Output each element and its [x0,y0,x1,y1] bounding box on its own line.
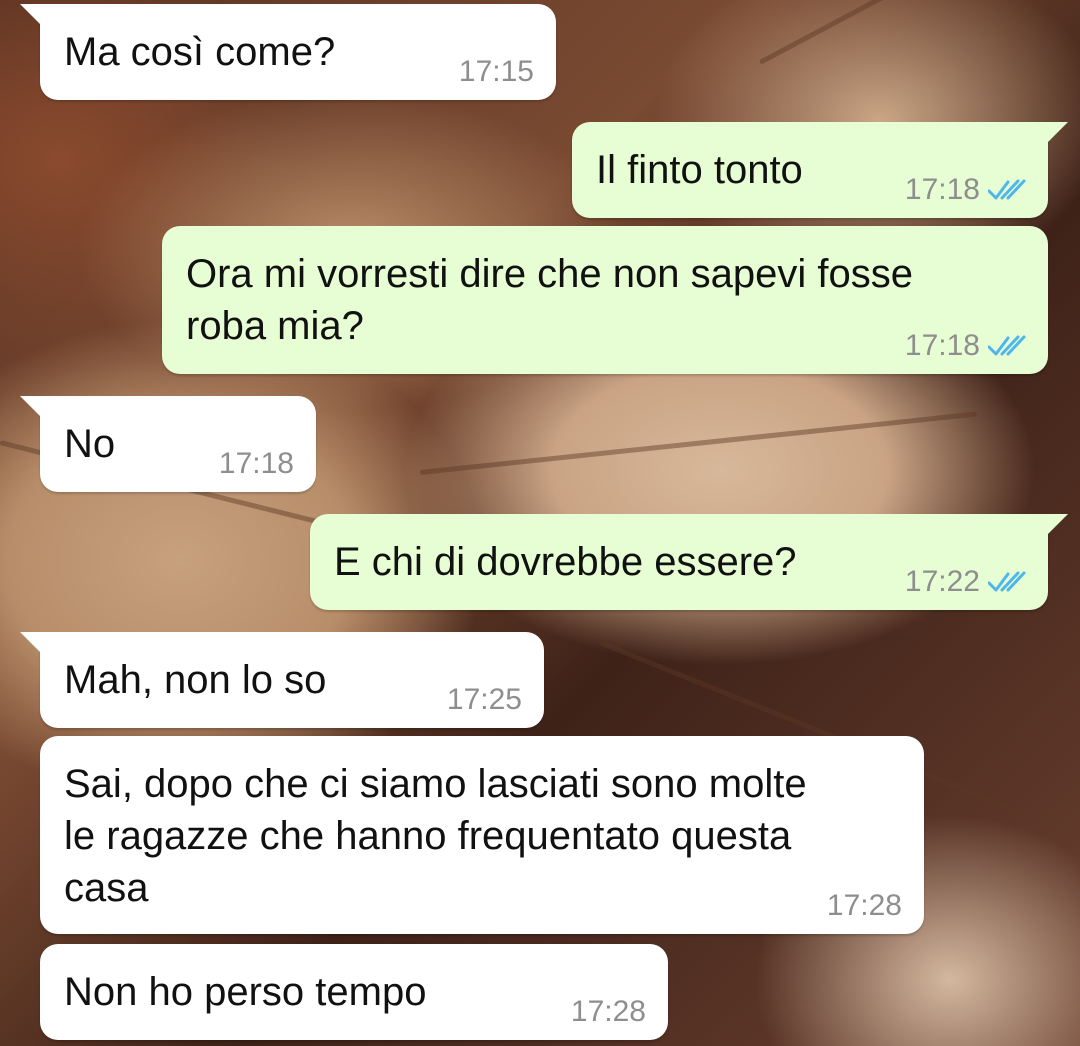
message-time: 17:18 [904,173,980,206]
message-outgoing[interactable]: E chi di dovrebbe essere? 17:22 [310,514,1068,610]
message-time: 17:18 [218,447,294,480]
message-meta: 17:28 [571,996,646,1028]
message-meta: 17:18 [905,330,1026,362]
message-time: 17:25 [446,683,522,716]
message-incoming[interactable]: No 17:18 [20,396,316,492]
message-time: 17:28 [826,889,902,922]
message-text: Non ho perso tempo [64,970,427,1014]
message-incoming[interactable]: Ma così come? 17:15 [20,4,556,100]
message-text: Ma così come? [64,30,336,74]
double-check-icon [988,335,1026,356]
double-check-icon [988,571,1026,592]
message-incoming[interactable]: Mah, non lo so 17:25 [20,632,544,728]
message-meta: 17:15 [459,56,534,88]
message-text: Sai, dopo che ci siamo lasciati sono mol… [64,762,807,910]
message-text: E chi di dovrebbe essere? [334,540,797,584]
message-meta: 17:18 [905,174,1026,206]
message-text: No [64,422,116,466]
message-outgoing[interactable]: Il finto tonto 17:18 [572,122,1068,218]
message-meta: 17:22 [905,566,1026,598]
message-text: Mah, non lo so [64,658,327,702]
message-meta: 17:28 [827,890,902,922]
message-text: Ora mi vorresti dire che non sapevi foss… [186,252,913,348]
message-outgoing[interactable]: Ora mi vorresti dire che non sapevi foss… [162,226,1048,374]
message-time: 17:28 [570,995,646,1028]
message-meta: 17:25 [447,684,522,716]
message-text: Il finto tonto [596,148,803,192]
double-check-icon [988,179,1026,200]
message-time: 17:22 [904,565,980,598]
message-incoming[interactable]: Sai, dopo che ci siamo lasciati sono mol… [40,736,924,934]
message-time: 17:15 [458,55,534,88]
message-meta: 17:18 [219,448,294,480]
message-time: 17:18 [904,329,980,362]
message-incoming[interactable]: Non ho perso tempo 17:28 [40,944,668,1040]
